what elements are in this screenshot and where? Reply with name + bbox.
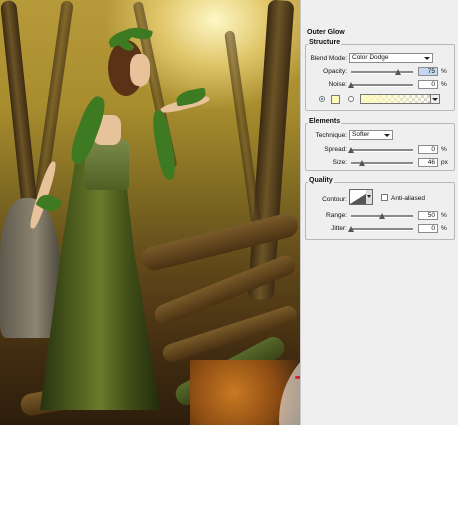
gradient-picker[interactable] — [360, 94, 440, 104]
spread-slider[interactable] — [348, 147, 413, 153]
contour-label: Contour: — [322, 196, 347, 203]
chevron-down-icon — [430, 95, 439, 103]
glow-color-swatch[interactable] — [331, 95, 340, 104]
tree-trunk — [224, 30, 262, 230]
anti-aliased-checkbox[interactable] — [381, 194, 388, 201]
opacity-label: Opacity: — [323, 68, 347, 75]
size-slider[interactable] — [351, 160, 413, 166]
noise-input[interactable]: 0 — [418, 80, 438, 89]
opacity-slider[interactable] — [351, 69, 413, 75]
technique-select[interactable]: Softer — [349, 130, 393, 140]
contour-curve-icon — [350, 190, 372, 204]
range-slider[interactable] — [351, 213, 413, 219]
blend-mode-select[interactable]: Color Dodge — [349, 53, 433, 63]
size-slider-thumb[interactable] — [359, 160, 366, 166]
opacity-input[interactable]: 75 — [418, 67, 438, 76]
noise-slider[interactable] — [348, 82, 413, 88]
chevron-down-icon — [424, 57, 430, 60]
quality-legend: Quality — [308, 177, 334, 184]
technique-label: Technique: — [315, 132, 347, 139]
layer-style-panel: Outer Glow Structure Blend Mode: Color D… — [300, 0, 458, 425]
noise-label: Noise: — [328, 81, 347, 88]
forest-photo — [0, 0, 300, 425]
noise-unit: % — [441, 81, 447, 88]
anti-aliased-label: Anti-aliased — [391, 195, 425, 202]
jitter-unit: % — [441, 225, 447, 232]
size-input[interactable]: 46 — [418, 158, 438, 167]
spread-label: Spread: — [324, 146, 347, 153]
jitter-slider-thumb[interactable] — [348, 226, 354, 232]
size-label: Size: — [332, 159, 347, 166]
spread-input[interactable]: 0 — [418, 145, 438, 154]
chevron-down-icon — [384, 134, 390, 137]
opacity-slider-thumb[interactable] — [394, 69, 401, 75]
solid-color-radio[interactable] — [319, 96, 325, 102]
range-unit: % — [441, 212, 447, 219]
structure-legend: Structure — [308, 39, 342, 46]
blend-mode-value: Color Dodge — [352, 54, 389, 61]
size-unit: px — [441, 159, 448, 166]
blend-mode-label: Blend Mode: — [310, 55, 348, 62]
elements-legend: Elements — [308, 118, 342, 125]
gradient-radio[interactable] — [348, 96, 354, 102]
spread-slider-thumb[interactable] — [348, 147, 354, 153]
panel-title: Outer Glow — [307, 29, 345, 36]
jitter-label: Jitter: — [331, 225, 347, 232]
spread-unit: % — [441, 146, 447, 153]
leaf-garland — [150, 109, 178, 181]
range-input[interactable]: 50 — [418, 211, 438, 220]
opacity-unit: % — [441, 68, 447, 75]
range-label: Range: — [326, 212, 347, 219]
technique-value: Softer — [352, 131, 370, 138]
fallen-leaves — [190, 360, 300, 425]
tree-trunk — [0, 0, 40, 231]
noise-slider-thumb[interactable] — [348, 82, 354, 88]
contour-picker[interactable] — [349, 189, 373, 205]
jitter-input[interactable]: 0 — [418, 224, 438, 233]
face — [130, 54, 150, 86]
range-slider-thumb[interactable] — [379, 213, 385, 219]
jitter-slider[interactable] — [348, 226, 413, 232]
